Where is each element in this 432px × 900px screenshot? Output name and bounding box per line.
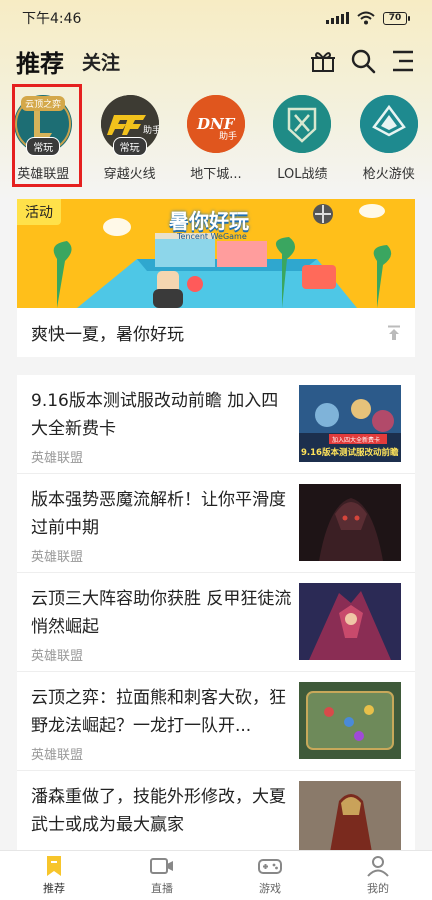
lol-stats-logo-icon [273,95,332,153]
menu-icon[interactable] [390,48,416,74]
news-title: 9.16版本测试服改动前瞻 加入四大全新费卡 [31,391,279,439]
nav-label: 直播 [151,882,173,895]
shortcut-label: 穿越火线 [103,167,156,182]
news-item[interactable]: 潘森重做了，技能外形修改，大夏武士或成为最大赢家 [17,771,415,850]
wifi-icon [357,11,375,25]
user-icon [367,856,389,877]
news-title: 潘森重做了，技能外形修改，大夏武士或成为最大赢家 [31,787,286,835]
news-title: 云顶之弈：拉面熊和刺客大砍，狂野龙法崛起？一龙打一队开... [31,688,286,736]
news-title: 云顶三大阵容助你获胜 反甲狂徒流悄然崛起 [31,589,292,637]
banner-image[interactable]: 活动 暑你好玩 Tencent WeGame [17,199,415,308]
dnf-logo-icon: DNF 助手 [186,95,245,153]
thumb-caption-large: 9.16版本测试服改动前瞻 [301,447,399,458]
shortcut-label: LOL战绩 [277,167,328,182]
status-time: 下午4:46 [22,11,82,27]
news-thumbnail [299,484,401,561]
banner-caption-text: 爽快一夏，暑你好玩 [31,325,184,345]
news-list: 9.16版本测试服改动前瞻 加入四大全新费卡 英雄联盟 加入四大全新费卡 9.1… [17,375,415,850]
news-title: 版本强势恶魔流解析！让你平滑度过前中期 [31,490,286,538]
news-source: 英雄联盟 [31,748,84,763]
header: 推荐 关注 [0,40,432,82]
tab-follow[interactable]: 关注 [82,48,120,75]
news-source: 英雄联盟 [31,649,84,664]
svg-text:DNF: DNF [196,115,236,133]
shortcut-cf[interactable]: 助手 常玩 穿越火线 [86,92,172,188]
news-item[interactable]: 云顶三大阵容助你获胜 反甲狂徒流悄然崛起 英雄联盟 [17,573,415,672]
highlight-box [12,84,82,187]
cf-logo-icon: 助手 常玩 [100,95,159,156]
banner-caption[interactable]: 爽快一夏，暑你好玩 [17,308,415,357]
nav-games[interactable]: 游戏 [216,851,324,900]
bookmark-icon [47,856,61,876]
search-icon[interactable] [350,48,376,74]
nav-recommend[interactable]: 推荐 [0,851,108,900]
shortcut-label: 地下城... [190,167,242,182]
news-thumbnail [299,583,401,660]
gift-icon[interactable] [310,48,336,74]
badge-frequent: 常玩 [112,137,147,156]
nav-label: 游戏 [259,882,281,895]
cf-assistant-text: 助手 [143,124,159,136]
bottom-nav: 推荐 直播 游戏 我的 [0,850,432,900]
banner-headline: 暑你好玩 [169,209,249,233]
header-actions [310,48,416,74]
news-item[interactable]: 9.16版本测试服改动前瞻 加入四大全新费卡 英雄联盟 加入四大全新费卡 9.1… [17,375,415,474]
gamepad-icon [258,859,282,874]
news-item[interactable]: 版本强势恶魔流解析！让你平滑度过前中期 英雄联盟 [17,474,415,573]
gunfire-logo-icon [359,95,418,153]
pin-top-icon [388,325,400,340]
status-bar: 下午4:46 70 [0,0,432,36]
news-source: 英雄联盟 [31,451,84,466]
news-thumbnail [299,682,401,759]
shortcut-dnf[interactable]: DNF 助手 地下城... [173,92,259,188]
shortcut-label: 枪火游侠 [362,167,415,182]
status-icons: 70 [326,11,410,25]
battery-level: 70 [383,11,407,25]
nav-label: 推荐 [43,882,65,895]
dnf-assistant-text: 助手 [219,130,237,142]
shortcut-lol-stats[interactable]: LOL战绩 [259,92,345,188]
nav-mine[interactable]: 我的 [324,851,432,900]
banner-sub: Tencent WeGame [177,232,247,241]
activity-tag: 活动 [17,199,61,225]
battery-icon: 70 [383,11,410,25]
video-camera-icon [150,858,173,874]
tab-recommend[interactable]: 推荐 [16,44,64,79]
nav-label: 我的 [367,882,389,895]
news-thumbnail [299,781,401,850]
news-thumbnail: 加入四大全新费卡 9.16版本测试服改动前瞻 [299,385,401,462]
signal-icon [326,12,349,24]
activity-banner-card[interactable]: 活动 暑你好玩 Tencent WeGame 爽快一夏，暑你好玩 [17,199,415,357]
news-source: 英雄联盟 [31,550,84,565]
thumb-caption-small: 加入四大全新费卡 [332,436,380,444]
news-item[interactable]: 云顶之弈：拉面熊和刺客大砍，狂野龙法崛起？一龙打一队开... 英雄联盟 [17,672,415,771]
shortcut-gunfire[interactable]: 枪火游侠 [346,92,432,188]
nav-live[interactable]: 直播 [108,851,216,900]
